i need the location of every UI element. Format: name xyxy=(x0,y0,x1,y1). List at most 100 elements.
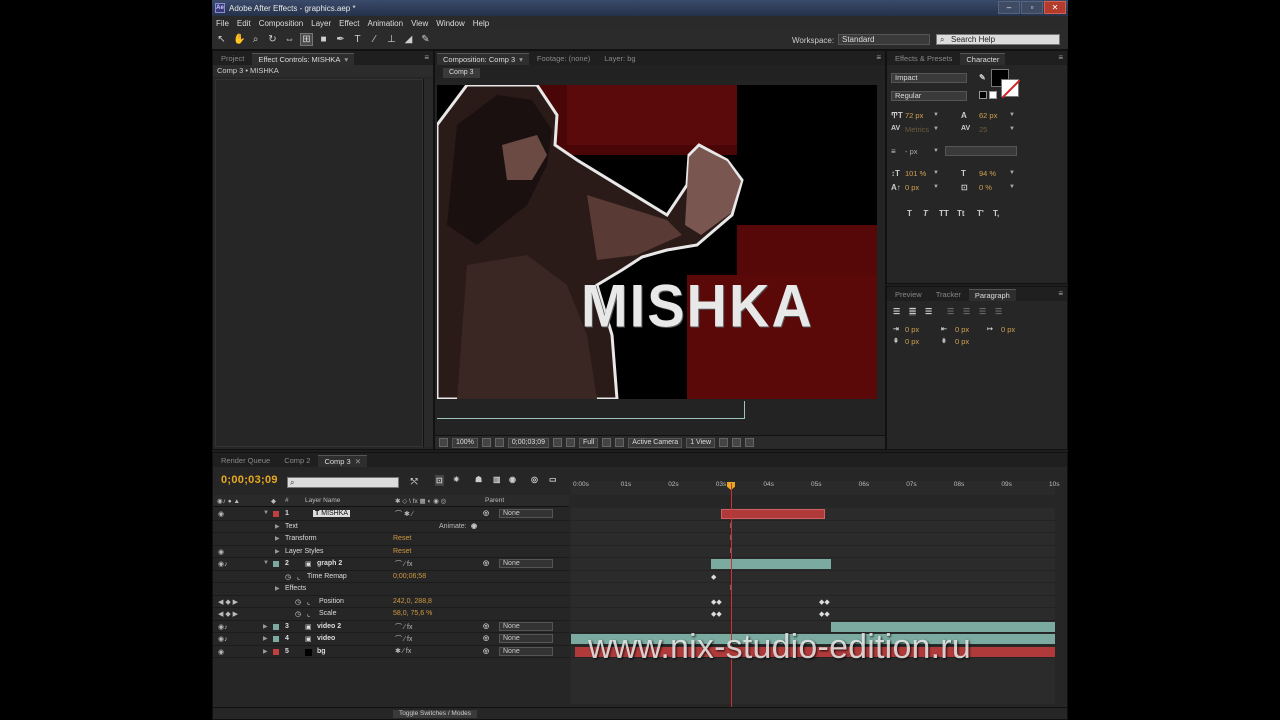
menu-animation[interactable]: Animation xyxy=(367,19,403,28)
align-center-icon[interactable]: ☰ xyxy=(909,307,917,316)
keyframe-navigator-icon[interactable]: ◀ ◆ ▶ xyxy=(218,610,238,618)
menu-window[interactable]: Window xyxy=(436,19,464,28)
close-button[interactable]: ✕ xyxy=(1044,1,1066,14)
tab-render-queue[interactable]: Render Queue xyxy=(215,455,276,467)
region-of-interest-icon[interactable] xyxy=(602,438,612,447)
all-caps-button[interactable]: TT xyxy=(939,209,949,218)
expand-triangle-icon[interactable]: ▶ xyxy=(263,648,268,655)
resolution-dropdown[interactable]: Full xyxy=(579,437,599,448)
space-after-value[interactable]: 0 px xyxy=(955,337,969,346)
small-caps-button[interactable]: Tt xyxy=(957,209,965,218)
property-value[interactable]: 0;00;06;58 xyxy=(393,573,426,580)
tsume-dropdown-arrow[interactable]: ▼ xyxy=(1009,184,1015,190)
timeline-icon[interactable] xyxy=(745,438,755,447)
transparency-grid-icon[interactable] xyxy=(615,438,625,447)
layer-row-video-2[interactable]: ◉♪ ▶ 3 ▣ video 2 ⌒ ∕ fx ◎ None xyxy=(213,621,569,633)
search-help-input[interactable]: ⌕ Search Help xyxy=(936,34,1060,45)
parent-dropdown[interactable]: None xyxy=(499,646,553,656)
parent-dropdown[interactable]: None xyxy=(499,509,553,518)
keyframe-diamond[interactable]: ◆ xyxy=(711,573,716,581)
font-size-dropdown-arrow[interactable]: ▼ xyxy=(933,112,939,118)
expand-triangle-icon[interactable]: ▶ xyxy=(275,548,280,555)
align-left-icon[interactable]: ☰ xyxy=(893,307,900,316)
faux-italic-button[interactable]: T xyxy=(923,209,928,218)
first-line-indent-value[interactable]: 0 px xyxy=(1001,325,1015,334)
horizontal-scale-value[interactable]: 94 % xyxy=(979,169,996,178)
menu-help[interactable]: Help xyxy=(473,19,489,28)
pick-whip-icon[interactable]: ◎ xyxy=(483,509,489,517)
expand-triangle-icon[interactable]: ▶ xyxy=(275,585,280,592)
pan-behind-tool-icon[interactable]: ⊞ xyxy=(300,33,313,46)
layer-name-field[interactable]: T MISHKA xyxy=(313,510,351,517)
panel-menu-icon[interactable]: ≡ xyxy=(424,53,429,62)
expand-triangle-icon[interactable]: ▼ xyxy=(263,510,269,516)
expand-triangle-icon[interactable]: ▶ xyxy=(263,635,268,642)
panel-menu-icon[interactable]: ≡ xyxy=(1058,289,1063,298)
justify-all-icon[interactable]: ☰ xyxy=(995,307,1002,316)
layer-switches[interactable]: ⌒ ✱ ∕ xyxy=(395,509,413,519)
graph-editor-icon[interactable]: ◎ xyxy=(531,475,538,484)
animate-button[interactable]: Animate: xyxy=(439,523,467,530)
hand-tool-icon[interactable]: ✋ xyxy=(233,34,245,45)
space-before-value[interactable]: 0 px xyxy=(905,337,919,346)
kerning-value[interactable]: Metrics xyxy=(905,125,929,134)
current-time-display[interactable]: 0;00;03;09 xyxy=(507,437,549,448)
property-layer-styles[interactable]: ◉ ▶ Layer Styles Reset xyxy=(213,546,569,558)
track-mishka[interactable] xyxy=(571,508,1055,521)
expand-triangle-icon[interactable]: ▼ xyxy=(263,560,269,566)
timeline-search-input[interactable]: ⌕ xyxy=(287,477,399,488)
tracking-value[interactable]: 25 xyxy=(979,125,987,134)
stroke-style-dropdown[interactable] xyxy=(945,146,1017,156)
mishka-text-layer[interactable]: MISHKA xyxy=(581,270,814,340)
property-position[interactable]: ◀ ◆ ▶ ◷ ⌞ Position 242,0, 288,8 xyxy=(213,596,569,608)
tsume-value[interactable]: 0 % xyxy=(979,183,992,192)
eye-icon[interactable]: ◉ xyxy=(218,548,224,556)
comp-mini-flowchart-icon[interactable]: ⤲ xyxy=(411,477,417,487)
tab-character[interactable]: Character xyxy=(960,53,1006,65)
leading-dropdown-arrow[interactable]: ▼ xyxy=(1009,112,1015,118)
pick-whip-icon[interactable]: ◎ xyxy=(483,647,489,655)
zoom-dropdown[interactable]: 100% xyxy=(452,437,478,448)
font-style-dropdown[interactable]: Regular xyxy=(891,91,967,101)
eye-icon[interactable]: ◉ xyxy=(218,648,224,656)
property-value[interactable]: 242,0, 288,8 xyxy=(393,598,432,605)
menu-effect[interactable]: Effect xyxy=(339,19,359,28)
leading-value[interactable]: 62 px xyxy=(979,111,997,120)
property-text[interactable]: ▶ Text Animate: ◉ xyxy=(213,521,569,533)
workspace-dropdown[interactable]: Standard xyxy=(838,34,930,45)
reset-link[interactable]: Reset xyxy=(393,535,411,542)
panel-menu-icon[interactable]: ≡ xyxy=(876,53,881,62)
justify-left-icon[interactable]: ☰ xyxy=(947,307,954,316)
subscript-button[interactable]: T, xyxy=(993,209,999,218)
show-channel-icon[interactable] xyxy=(566,438,575,447)
pen-tool-icon[interactable]: ✒ xyxy=(335,34,346,45)
hide-shy-layers-icon[interactable]: ☗ xyxy=(475,475,482,484)
time-ruler[interactable]: 0:00s 01s 02s 03s 04s 05s 06s 07s 08s 09s 10s xyxy=(571,481,1059,495)
draft-3d-icon[interactable]: ✷ xyxy=(453,475,460,484)
stopwatch-icon[interactable]: ◷ xyxy=(285,573,291,581)
camera-tool-icon[interactable]: ⇔ xyxy=(284,34,295,45)
layer-row-graph-2[interactable]: ◉♪ ▼ 2 ▣ graph 2 ⌒ ∕ fx ◎ None xyxy=(213,558,569,571)
timeline-tracks[interactable]: I I I ◆ I ◆◆ ◆◆ ◆◆ ◆◆ xyxy=(571,508,1055,704)
eye-audio-icons[interactable]: ◉♪ xyxy=(218,635,228,643)
layer-switches[interactable]: ⌒ ∕ fx xyxy=(395,622,413,632)
view-layout-dropdown[interactable]: 1 View xyxy=(686,437,716,448)
layer-bar-graph-2[interactable] xyxy=(711,559,831,569)
stopwatch-icon[interactable]: ◷ xyxy=(295,610,301,618)
maximize-button[interactable]: ▫ xyxy=(1021,1,1043,14)
superscript-button[interactable]: T' xyxy=(977,209,984,218)
rectangle-tool-icon[interactable]: ■ xyxy=(318,34,329,45)
brush-tool-icon[interactable]: ∕ xyxy=(369,34,380,45)
tab-footage[interactable]: Footage: (none) xyxy=(531,53,596,65)
tab-effect-controls[interactable]: Effect Controls: MISHKA ▾ xyxy=(252,53,355,65)
property-transform[interactable]: ▶ Transform Reset xyxy=(213,533,569,546)
menu-view[interactable]: View xyxy=(411,19,428,28)
animate-add-icon[interactable]: ◉ xyxy=(471,522,477,530)
label-color[interactable] xyxy=(273,511,279,517)
layer-row-mishka[interactable]: ◉ ▼ 1 T MISHKA ⌒ ✱ ∕ ◎ None xyxy=(213,508,569,521)
stroke-width-value[interactable]: - px xyxy=(905,147,918,156)
minimize-button[interactable]: ‒ xyxy=(998,1,1020,14)
tab-composition[interactable]: Composition: Comp 3 ▾ xyxy=(437,53,529,65)
vertical-scale-value[interactable]: 101 % xyxy=(905,169,926,178)
reset-link[interactable]: Reset xyxy=(393,548,411,555)
